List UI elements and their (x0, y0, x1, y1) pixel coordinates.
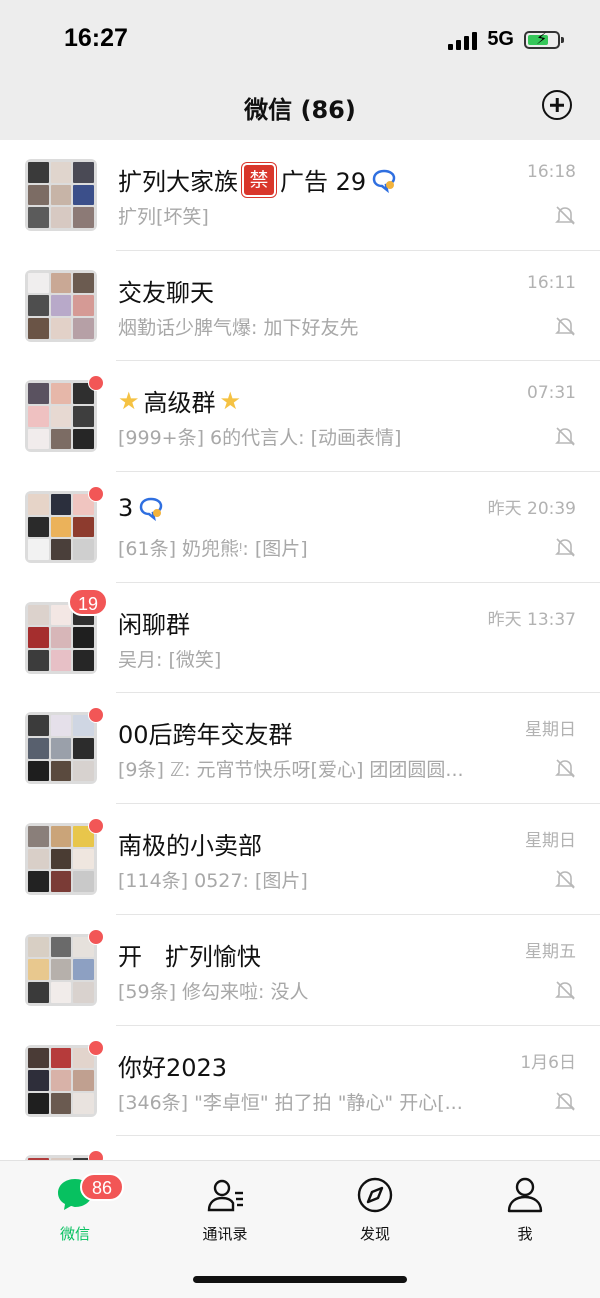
chat-title: 南极的小卖部 (118, 832, 262, 861)
chat-row[interactable]: 南极的小卖部 星期日 [114条] 0527: [图片] (0, 804, 600, 915)
mute-bell-icon (555, 538, 575, 557)
group-avatar (25, 491, 97, 564)
chat-time: 16:18 (527, 162, 576, 182)
chat-time: 星期日 (525, 831, 576, 852)
tab-contacts[interactable]: 通讯录 (150, 1175, 300, 1244)
unread-dot (88, 928, 104, 945)
mute-bell-icon (555, 981, 575, 1000)
chat-row[interactable]: 19 闲聊群 昨天 13:37 吴月: [微笑] (0, 583, 600, 694)
chat-title: 闲聊群 (118, 610, 190, 639)
unread-dot (88, 375, 104, 392)
tab-discover[interactable]: 发现 (300, 1175, 450, 1244)
group-avatar (25, 712, 97, 785)
unread-dot (88, 707, 104, 724)
chat-row[interactable]: 3 昨天 20:39 [61条] 奶兜熊ᵎ: [图片] (0, 472, 600, 583)
tab-label: 我 (517, 1225, 533, 1243)
chat-preview: 扩列[坏笑] (118, 206, 209, 228)
unread-dot (88, 818, 104, 835)
chat-title: 扩列大家族 禁 广告 29 (118, 162, 398, 197)
unread-count-badge: 19 (68, 587, 108, 616)
chat-time: 1月6日 (520, 1052, 576, 1073)
ai-assistant-icon (140, 497, 163, 522)
unread-dot (88, 486, 104, 503)
mute-bell-icon (555, 427, 575, 446)
chat-preview: [346条] "李卓恒" 拍了拍 "静心" 开心[... (118, 1091, 463, 1114)
star-icon: ★ (219, 386, 242, 415)
group-avatar (25, 823, 97, 896)
compass-icon (357, 1177, 393, 1213)
chat-list[interactable]: 扩列大家族 禁 广告 29 16:18 扩列[坏笑] 交友聊天 16:11 烟勤… (0, 140, 600, 1160)
chat-time: 星期日 (525, 720, 576, 741)
unread-dot (88, 1150, 104, 1160)
network-type: 5G (487, 28, 514, 50)
chat-preview: [61条] 奶兜熊ᵎ: [图片] (118, 538, 308, 561)
person-icon (507, 1177, 543, 1213)
chat-time: 星期五 (525, 941, 576, 962)
group-avatar (25, 380, 97, 453)
star-icon: ★ (118, 386, 140, 415)
mute-bell-icon (555, 317, 575, 336)
mute-bell-icon (555, 206, 575, 225)
mute-bell-icon (555, 1091, 575, 1111)
status-indicators: 5G ⚡ (448, 28, 564, 51)
mute-bell-icon (555, 759, 575, 779)
chat-preview: [59条] 修勾来啦: 没人 (118, 980, 309, 1003)
ban-icon: 禁 (242, 162, 276, 197)
unread-dot (88, 1039, 104, 1056)
chat-title: 开 扩列愉快 (118, 942, 261, 971)
tab-label: 微信 (59, 1225, 90, 1243)
signal-icon (448, 30, 478, 50)
group-avatar (25, 1044, 97, 1117)
chat-time: 07:31 (527, 383, 576, 404)
status-time: 16:27 (64, 24, 128, 52)
add-plus-button[interactable] (542, 90, 572, 120)
chat-time: 昨天 20:39 (487, 499, 576, 520)
group-avatar (25, 933, 97, 1006)
chat-row[interactable]: 你好2023 1月6日 [346条] "李卓恒" 拍了拍 "静心" 开心[... (0, 1026, 600, 1137)
chat-preview: 烟勤话少脾气爆: 加下好友先 (118, 316, 359, 339)
battery-icon: ⚡ (524, 29, 564, 49)
group-avatar (25, 269, 97, 342)
tab-label: 通讯录 (202, 1225, 248, 1243)
home-indicator[interactable] (193, 1276, 407, 1283)
chat-row[interactable]: ★ 高级群 ★ 07:31 [999+条] 6的代言人: [动画表情] (0, 361, 600, 473)
status-bar: 16:27 5G ⚡ (0, 0, 600, 76)
chat-preview: 吴月: [微笑] (118, 648, 222, 671)
tab-unread-badge: 86 (80, 1173, 124, 1201)
chat-row[interactable]: 开 扩列愉快 星期五 [59条] 修勾来啦: 没人 (0, 915, 600, 1026)
chat-time: 昨天 13:37 (487, 609, 576, 630)
chat-title: ★ 高级群 ★ (118, 386, 242, 418)
chat-preview: [999+条] 6的代言人: [动画表情] (118, 427, 402, 450)
chat-title: 00后跨年交友群 (118, 721, 293, 750)
chat-row[interactable]: 交友聊天 16:11 烟勤话少脾气爆: 加下好友先 (0, 251, 600, 362)
tab-me[interactable]: 我 (450, 1175, 600, 1244)
chat-row[interactable]: 00后跨年交友群 星期日 [9条] ℤ: 元宵节快乐呀[爱心] 团团圆圆... (0, 693, 600, 805)
nav-bar: 微信 (86) (0, 76, 600, 140)
group-avatar (25, 159, 97, 231)
mute-bell-icon (555, 870, 575, 889)
chat-title: 交友聊天 (118, 278, 214, 307)
ai-assistant-icon (372, 169, 396, 193)
contacts-icon (207, 1179, 243, 1212)
tab-chats[interactable]: 86 微信 (0, 1173, 150, 1244)
chat-preview: [9条] ℤ: 元宵节快乐呀[爱心] 团团圆圆... (118, 759, 464, 782)
chat-title: 你好2023 (118, 1053, 228, 1082)
chat-title: 3 (118, 494, 165, 522)
chat-time: 16:11 (527, 272, 576, 293)
chat-preview: [114条] 0527: [图片] (118, 870, 308, 893)
chat-row[interactable]: 扩列大家族 禁 广告 29 16:18 扩列[坏笑] (0, 140, 600, 251)
tab-label: 发现 (359, 1225, 390, 1243)
chat-row-partial[interactable] (0, 1136, 600, 1160)
page-title: 微信 (86) (244, 96, 356, 124)
